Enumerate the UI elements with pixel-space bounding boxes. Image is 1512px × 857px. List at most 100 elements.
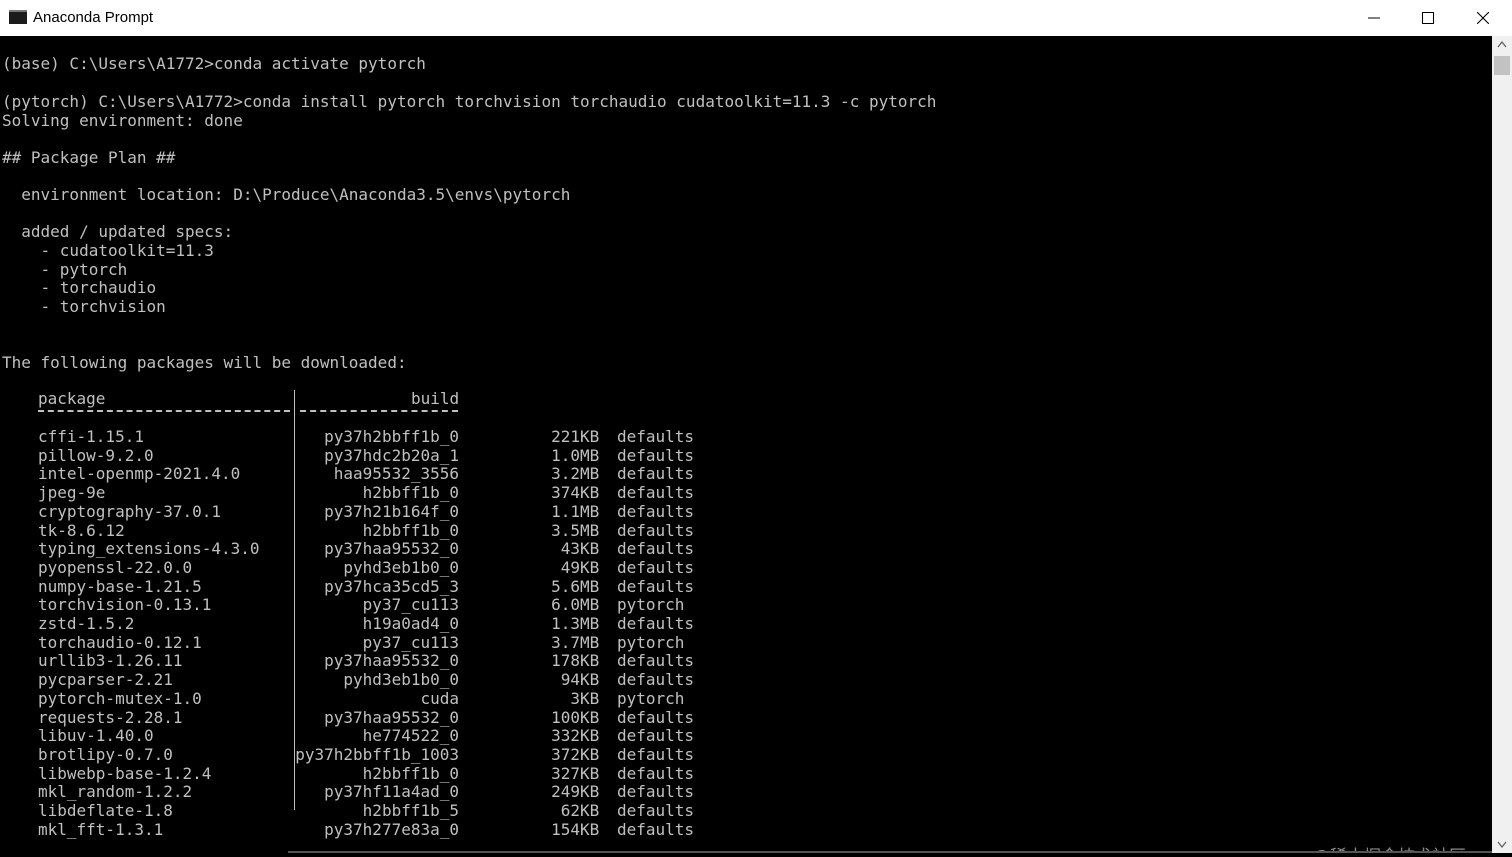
package-channel: defaults xyxy=(617,614,695,633)
console-line: added / updated specs: xyxy=(2,222,234,241)
package-build: h19a0ad4_0 xyxy=(362,614,459,633)
package-build: h2bbff1b_0 xyxy=(362,483,459,503)
package-channel: defaults xyxy=(617,670,695,690)
console-output[interactable]: (base) C:\Users\A1772>conda activate pyt… xyxy=(0,36,1492,853)
scroll-thumb[interactable] xyxy=(1494,56,1510,75)
package-name: mkl_random-1.2.2 xyxy=(38,782,193,802)
chevron-down-icon xyxy=(1497,841,1507,849)
table-divider xyxy=(300,410,458,414)
package-size: 327 xyxy=(551,763,580,783)
console-line: - pytorch xyxy=(2,260,128,279)
console-line: The following packages will be downloade… xyxy=(2,353,407,372)
package-size: 221 xyxy=(551,427,580,446)
package-size: 3.7 xyxy=(551,632,580,652)
package-build: cuda xyxy=(420,688,459,708)
package-build: he774522_0 xyxy=(362,726,459,746)
maximize-button[interactable] xyxy=(1401,0,1455,36)
package-name: typing_extensions-4.3.0 xyxy=(38,539,260,559)
table-divider xyxy=(38,410,290,414)
package-channel: defaults xyxy=(617,819,695,839)
package-build: haa95532_3556 xyxy=(333,464,459,484)
package-size: 5.6 xyxy=(551,576,580,596)
table-row: cryptography-37.0.1 py37h21b164f_0 1.1 MB de… xyxy=(0,502,740,521)
package-size-unit: MB xyxy=(580,576,600,596)
console-icon xyxy=(9,10,27,24)
package-size: 372 xyxy=(551,744,580,764)
package-size-unit: MB xyxy=(580,445,600,465)
package-channel: defaults xyxy=(617,445,695,465)
package-name: pytorch-mutex-1.0 xyxy=(38,688,202,708)
package-size: 178 xyxy=(551,651,580,671)
close-button[interactable] xyxy=(1456,0,1510,36)
table-row: requests-2.28.1 py37haa95532_0 100 KB defaul… xyxy=(0,708,740,727)
package-build: py37h2bbff1b_0 xyxy=(324,427,459,446)
package-build: h2bbff1b_0 xyxy=(362,520,459,540)
package-size: 3.5 xyxy=(551,520,580,540)
package-channel: defaults xyxy=(617,520,695,540)
table-row: pycparser-2.21 pyhd3eb1b0_0 94 KB defaults xyxy=(0,670,740,689)
table-row: libuv-1.40.0 he774522_0 332 KB defaults xyxy=(0,726,740,745)
package-size: 6.0 xyxy=(551,595,580,615)
console-line: (base) C:\Users\A1772>conda activate pyt… xyxy=(2,54,426,73)
package-channel: defaults xyxy=(617,464,695,484)
package-build: py37_cu113 xyxy=(362,632,459,652)
package-size-unit: KB xyxy=(580,744,600,764)
package-name: brotlipy-0.7.0 xyxy=(38,744,173,764)
table-row: jpeg-9e h2bbff1b_0 374 KB defaults xyxy=(0,483,740,502)
package-name: libuv-1.40.0 xyxy=(38,726,154,746)
package-name: pycparser-2.21 xyxy=(38,670,173,690)
package-name: pillow-9.2.0 xyxy=(38,445,154,465)
package-size: 49 xyxy=(560,557,580,577)
close-icon xyxy=(1477,12,1489,24)
package-size: 43 xyxy=(560,539,580,559)
package-build: h2bbff1b_0 xyxy=(362,763,459,783)
package-channel: defaults xyxy=(617,557,695,577)
table-row: libdeflate-1.8 h2bbff1b_5 62 KB defaults xyxy=(0,801,740,820)
table-row: torchvision-0.13.1 py37_cu113 6.0 MB pytorch xyxy=(0,595,740,614)
console-line: Solving environment: done xyxy=(2,111,243,130)
window-title: Anaconda Prompt xyxy=(33,9,154,26)
console-line: - torchvision xyxy=(2,297,166,316)
scroll-up-button[interactable] xyxy=(1492,36,1512,53)
package-size-unit: MB xyxy=(580,632,600,652)
table-header-build: build xyxy=(411,389,460,408)
package-size-unit: KB xyxy=(580,782,600,802)
table-row: urllib3-1.26.11 py37haa95532_0 178 KB defaul… xyxy=(0,651,740,670)
minimize-button[interactable] xyxy=(1347,0,1401,36)
package-build: pyhd3eb1b0_0 xyxy=(343,670,459,690)
package-size-unit: KB xyxy=(580,726,600,746)
package-name: tk-8.6.12 xyxy=(38,520,125,540)
package-build: pyhd3eb1b0_0 xyxy=(343,557,459,577)
table-row: mkl_fft-1.3.1 py37h277e83a_0 154 KB defaults xyxy=(0,820,740,839)
package-size: 374 xyxy=(551,483,580,503)
package-size-unit: KB xyxy=(580,688,600,708)
package-name: libdeflate-1.8 xyxy=(38,801,173,820)
scrollbar[interactable] xyxy=(1492,36,1512,853)
console-line: (pytorch) C:\Users\A1772>conda install p… xyxy=(2,92,937,111)
package-size-unit: MB xyxy=(580,595,600,615)
package-channel: defaults xyxy=(617,539,695,559)
table-row: mkl_random-1.2.2 py37hf11a4ad_0 249 KB defau… xyxy=(0,782,740,801)
package-channel: defaults xyxy=(617,501,695,521)
package-size-unit: KB xyxy=(580,801,600,820)
package-size: 1.3 xyxy=(551,614,580,633)
package-size: 3.2 xyxy=(551,464,580,484)
table-row: brotlipy-0.7.0 py37h2bbff1b_1003 372 KB defa… xyxy=(0,745,740,764)
package-size-unit: KB xyxy=(580,539,600,559)
table-row: cffi-1.15.1 py37h2bbff1b_0 221 KB defaults xyxy=(0,427,740,446)
package-name: torchvision-0.13.1 xyxy=(38,595,212,615)
console-line: ## Package Plan ## xyxy=(2,148,176,167)
package-build: py37h21b164f_0 xyxy=(324,501,459,521)
package-build: py37h277e83a_0 xyxy=(324,819,459,839)
table-row: libwebp-base-1.2.4 h2bbff1b_0 327 KB default… xyxy=(0,764,740,783)
package-build: py37hf11a4ad_0 xyxy=(324,782,459,802)
scroll-down-button[interactable] xyxy=(1492,836,1512,853)
table-row: intel-openmp-2021.4.0 haa95532_3556 3.2 MB d… xyxy=(0,464,740,483)
package-size: 1.1 xyxy=(551,501,580,521)
package-name: jpeg-9e xyxy=(38,483,106,503)
title-bar[interactable]: Anaconda Prompt xyxy=(0,0,1512,37)
package-size-unit: KB xyxy=(580,483,600,503)
console-line: environment location: D:\Produce\Anacond… xyxy=(2,185,571,204)
package-size: 62 xyxy=(560,801,580,820)
package-size-unit: MB xyxy=(580,614,600,633)
